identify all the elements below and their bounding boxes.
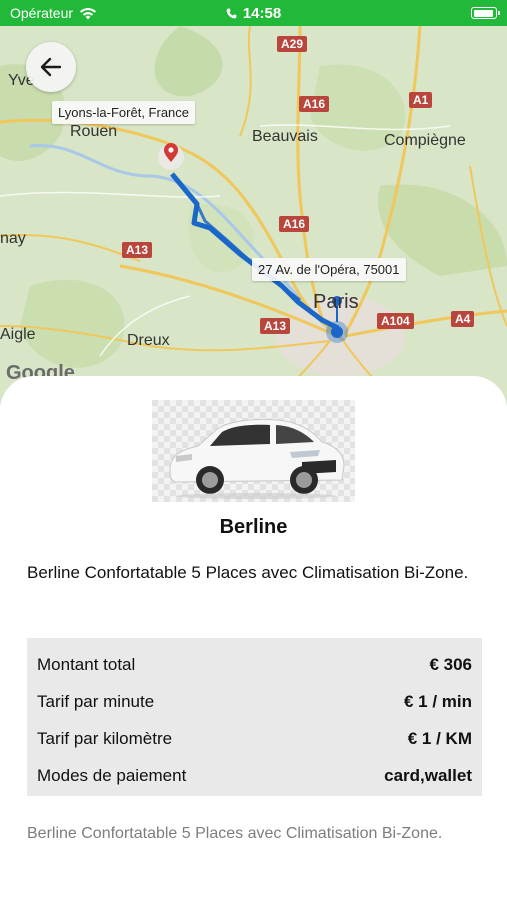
pricing-row-per-minute: Tarif par minute € 1 / min <box>37 683 472 720</box>
footer-description: Berline Confortatable 5 Places avec Clim… <box>27 825 443 842</box>
pricing-label: Montant total <box>37 654 136 674</box>
pricing-row-payment-modes: Modes de paiement card,wallet <box>37 757 472 794</box>
map-place-dreux: Dreux <box>127 332 170 349</box>
clock: 14:58 <box>242 4 282 22</box>
road-badge-a4: A4 <box>451 311 475 327</box>
pricing-value: € 1 / KM <box>407 728 472 748</box>
vehicle-image <box>152 400 355 502</box>
pricing-label: Tarif par kilomètre <box>37 728 173 748</box>
map-background <box>0 26 507 406</box>
pricing-label: Modes de paiement <box>37 765 187 785</box>
vehicle-details-sheet: Berline Berline Confortatable 5 Places a… <box>0 376 507 900</box>
map-place-nay: nay <box>0 230 26 247</box>
battery-fill <box>473 9 494 17</box>
pricing-label: Tarif par minute <box>37 691 155 711</box>
back-button[interactable] <box>26 42 76 92</box>
map-place-aigle: Aigle <box>0 326 36 343</box>
map-place-beauvais: Beauvais <box>252 128 318 145</box>
pricing-value: card,wallet <box>384 765 472 785</box>
wifi-icon <box>80 7 97 19</box>
road-badge-a13-left: A13 <box>122 242 153 258</box>
status-bar: Opérateur 14:58 <box>0 0 507 26</box>
road-badge-a104: A104 <box>377 313 414 329</box>
vehicle-description: Berline Confortatable 5 Places avec Clim… <box>27 563 469 582</box>
pricing-row-per-km: Tarif par kilomètre € 1 / KM <box>37 720 472 757</box>
status-right <box>327 7 500 19</box>
battery-icon <box>471 7 500 19</box>
road-badge-a13-bottom: A13 <box>260 318 291 334</box>
route-map[interactable]: Yve Rouen Beauvais Compiègne nay Aigle D… <box>0 26 507 406</box>
phone-icon <box>226 8 237 18</box>
road-badge-a16-mid: A16 <box>279 216 310 232</box>
destination-label[interactable]: 27 Av. de l'Opéra, 75001 <box>252 258 406 281</box>
vehicle-title: Berline <box>219 516 288 538</box>
pricing-row-total: Montant total € 306 <box>37 646 472 683</box>
map-place-compiegne: Compiègne <box>384 132 466 149</box>
carrier-label: Opérateur <box>10 5 74 21</box>
arrow-left-icon <box>40 57 62 77</box>
pricing-value: € 1 / min <box>403 691 472 711</box>
origin-label[interactable]: Lyons-la-Forêt, France <box>52 101 196 124</box>
road-badge-a16-top: A16 <box>299 96 330 112</box>
map-place-rouen: Rouen <box>70 123 118 140</box>
status-left: Opérateur <box>10 5 180 21</box>
status-center: 14:58 <box>180 5 327 22</box>
map-place-paris: Paris <box>313 291 359 313</box>
pricing-table: Montant total € 306 Tarif par minute € 1… <box>27 638 482 796</box>
road-badge-a1: A1 <box>409 92 433 108</box>
pricing-value: € 306 <box>429 654 472 674</box>
road-badge-a29: A29 <box>277 36 308 52</box>
